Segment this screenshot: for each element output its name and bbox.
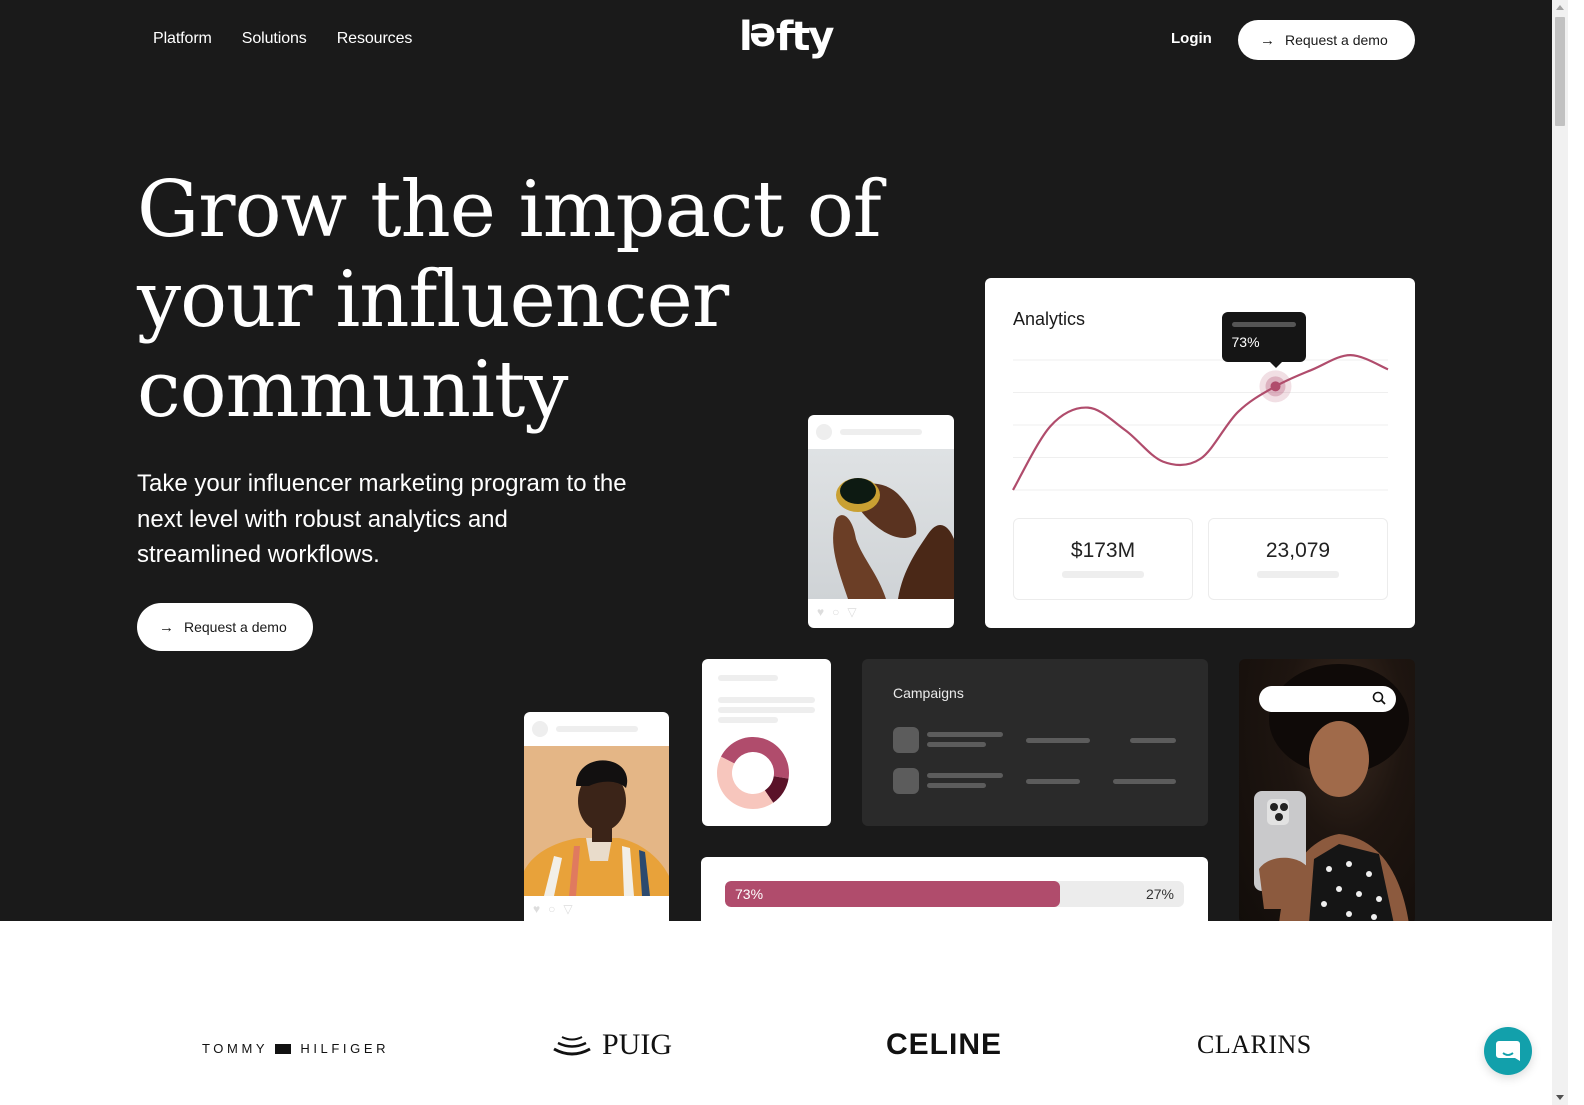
tommy-flag-icon: [275, 1043, 292, 1054]
post-image-man-portrait: [524, 746, 669, 896]
analytics-card: Analytics 73% $173M 23,079: [985, 278, 1415, 628]
logo-l: l: [739, 14, 753, 60]
hero-subheading: Take your influencer marketing program t…: [137, 470, 627, 568]
donut-slice-segment-c: [717, 756, 774, 809]
analytics-line-chart: [1012, 353, 1389, 491]
heart-icon[interactable]: ♥: [533, 902, 540, 916]
skeleton-line: [1026, 738, 1090, 743]
progress-card: 73% 27%: [701, 857, 1208, 921]
nav-resources[interactable]: Resources: [337, 30, 413, 48]
scroll-up-arrow-icon[interactable]: [1556, 5, 1564, 10]
social-post-card: ♥ ○ ▽: [808, 415, 954, 628]
nav-request-demo-button[interactable]: → Request a demo: [1238, 20, 1415, 60]
hero-request-demo-button[interactable]: → Request a demo: [137, 603, 313, 651]
main-nav: Platform Solutions Resources: [153, 30, 412, 48]
campaign-thumbnail: [893, 727, 919, 753]
brand-logo-clarins: CLARINS: [1197, 1030, 1312, 1059]
search-icon[interactable]: [1372, 691, 1386, 705]
hero-headline: Grow the impact of your influencer commu…: [137, 165, 917, 435]
chart-highlight-point: [1270, 381, 1281, 392]
stat-placeholder-bar: [1062, 571, 1144, 578]
chart-series-line: [1012, 353, 1389, 491]
progress-right-label: 27%: [1145, 886, 1174, 902]
headline-line-1: Grow the impact of: [137, 165, 882, 255]
puig-waves-icon: [553, 1036, 591, 1056]
skeleton-line: [927, 742, 986, 747]
post-username-placeholder: [840, 429, 922, 435]
post-header: [808, 415, 954, 449]
post-header: [524, 712, 669, 746]
arrow-right-icon: →: [1260, 31, 1275, 49]
brand-logo-puig: PUIG: [552, 1028, 672, 1062]
stat-box-revenue: $173M: [1013, 518, 1193, 600]
tooltip-placeholder-bar: [1231, 322, 1296, 328]
campaigns-card: Campaigns: [862, 659, 1208, 826]
brand-text: TOMMY: [202, 1041, 268, 1056]
chat-icon: [1496, 1041, 1520, 1061]
arrow-right-icon: →: [159, 618, 174, 636]
influencer-photo-card: [1239, 659, 1415, 921]
post-actions: ♥ ○ ▽: [524, 896, 669, 921]
headline-line-3: community: [137, 345, 568, 435]
post-image-hands-jar: [808, 449, 954, 599]
skeleton-line: [927, 783, 986, 788]
brand-logo-celine: CELINE: [886, 1028, 1003, 1061]
campaign-thumbnail: [893, 768, 919, 794]
campaign-row[interactable]: [893, 768, 1178, 794]
send-icon[interactable]: ▽: [563, 902, 572, 916]
scroll-down-arrow-icon[interactable]: [1556, 1095, 1564, 1100]
campaigns-title: Campaigns: [893, 685, 964, 701]
post-username-placeholder: [556, 726, 638, 732]
man-portrait-illustration: [524, 760, 669, 896]
brand-text: HILFIGER: [300, 1041, 390, 1056]
skeleton-line: [927, 732, 1003, 737]
nav-solutions[interactable]: Solutions: [242, 30, 307, 48]
stat-value: $173M: [1070, 539, 1136, 562]
page: Platform Solutions Resources lefty Login…: [0, 0, 1552, 1105]
nav-platform[interactable]: Platform: [153, 30, 212, 48]
campaign-row[interactable]: [893, 727, 1178, 753]
chat-launcher-button[interactable]: [1484, 1027, 1532, 1075]
progress-track: 73% 27%: [725, 881, 1184, 907]
hero-request-demo-label: Request a demo: [184, 619, 287, 635]
social-post-card: ♥ ○ ▽: [524, 712, 669, 921]
skeleton-line: [1113, 779, 1176, 784]
avatar: [532, 721, 548, 737]
comment-icon[interactable]: ○: [832, 605, 839, 619]
progress-left-label: 73%: [735, 886, 764, 902]
chart-tooltip: 73%: [1221, 312, 1306, 369]
heart-icon[interactable]: ♥: [817, 605, 824, 619]
stat-box-count: 23,079: [1208, 518, 1388, 600]
logo-rest: fty: [775, 14, 835, 60]
tooltip-value: 73%: [1231, 334, 1260, 351]
scrollbar-thumb[interactable]: [1555, 17, 1565, 126]
avatar: [816, 424, 832, 440]
hands-jar-illustration: [833, 478, 954, 599]
login-link[interactable]: Login: [1171, 30, 1212, 47]
send-icon[interactable]: ▽: [847, 605, 856, 619]
window-edge: [1568, 0, 1584, 1105]
comment-icon[interactable]: ○: [548, 902, 555, 916]
vertical-scrollbar[interactable]: [1552, 0, 1568, 1105]
progress-fill: [725, 881, 1061, 907]
search-input[interactable]: [1259, 686, 1396, 712]
skeleton-line: [1130, 738, 1176, 743]
brand-logo-tommy-hilfiger: TOMMY HILFIGER: [202, 1041, 389, 1056]
skeleton-line: [1026, 779, 1080, 784]
logo-e: e: [750, 14, 776, 60]
post-actions: ♥ ○ ▽: [808, 599, 954, 625]
hero-section: Platform Solutions Resources lefty Login…: [0, 0, 1552, 921]
stat-value: 23,079: [1265, 539, 1331, 562]
lefty-logo[interactable]: lefty: [739, 14, 835, 60]
stat-placeholder-bar: [1257, 571, 1339, 578]
skeleton-line: [927, 773, 1003, 778]
brand-text: PUIG: [602, 1028, 673, 1061]
donut-chart-card: [702, 659, 831, 826]
donut-chart: [717, 737, 789, 809]
headline-line-2: your influencer: [137, 255, 729, 345]
nav-request-demo-label: Request a demo: [1285, 32, 1388, 48]
